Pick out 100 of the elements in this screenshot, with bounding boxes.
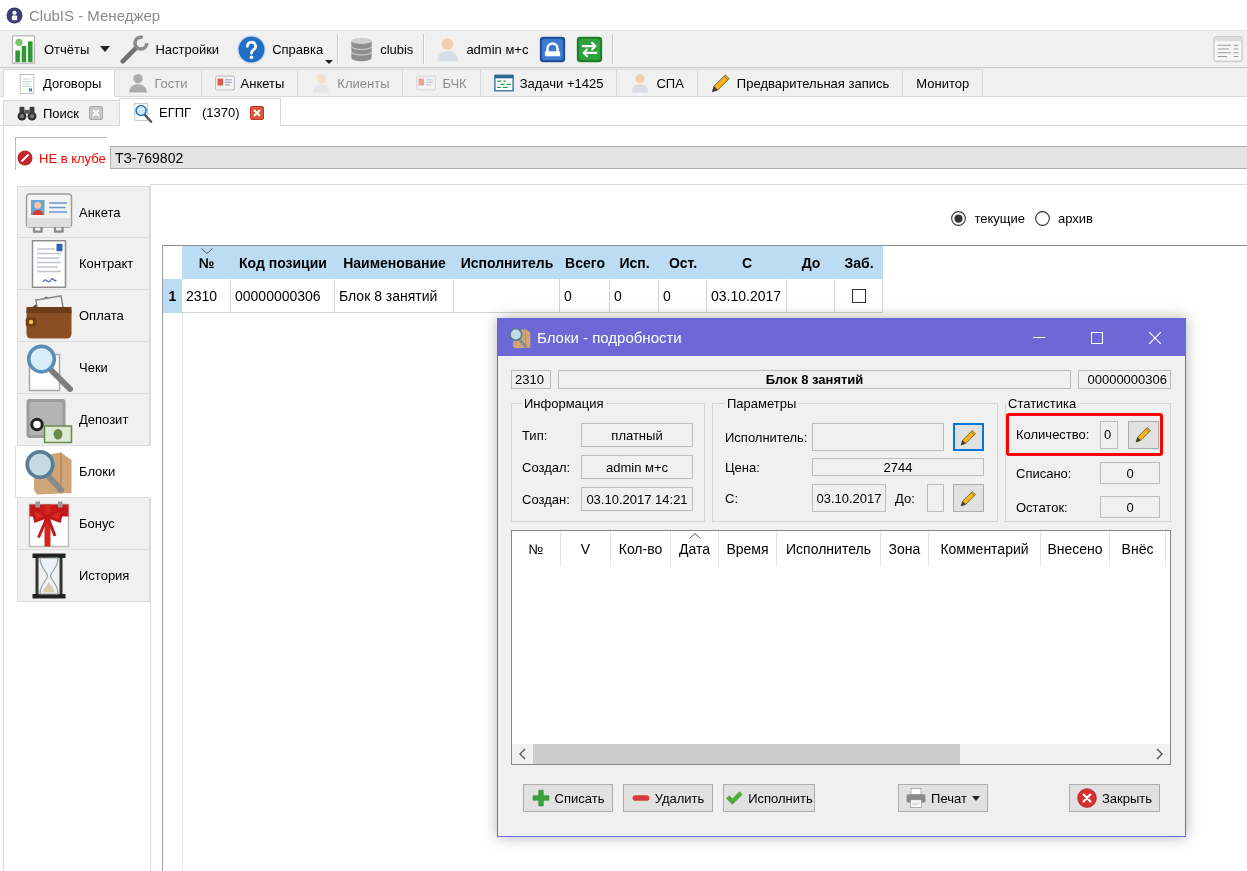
person-icon bbox=[128, 73, 149, 93]
pencil-icon bbox=[1135, 426, 1152, 443]
toolbar-button[interactable]: Отчёты bbox=[4, 32, 116, 66]
column-header[interactable]: № bbox=[182, 246, 231, 279]
sidebar-item[interactable]: Чеки bbox=[17, 342, 150, 394]
sidebar-item[interactable]: Бонус bbox=[17, 498, 150, 550]
field-label: До: bbox=[895, 490, 916, 506]
column-header[interactable]: Исполнитель bbox=[454, 246, 560, 279]
checkbox[interactable] bbox=[851, 288, 866, 303]
readonly-field: платный bbox=[581, 423, 693, 447]
edit-button[interactable] bbox=[953, 423, 984, 451]
column-header[interactable]: С bbox=[707, 246, 787, 279]
column-header[interactable]: До bbox=[787, 246, 835, 279]
wrench-icon bbox=[120, 34, 150, 64]
column-header[interactable]: Время bbox=[719, 531, 777, 566]
close-icon[interactable] bbox=[89, 106, 104, 120]
column-header[interactable]: Кол-во bbox=[611, 531, 671, 566]
tab[interactable]: Договоры bbox=[3, 69, 116, 97]
id-card-icon bbox=[214, 73, 235, 93]
sidebar-item[interactable]: Оплата bbox=[17, 290, 150, 342]
field-label: Создал: bbox=[522, 459, 572, 475]
no-entry-icon bbox=[17, 150, 33, 166]
sidebar-item[interactable]: История bbox=[17, 550, 150, 602]
action-button[interactable]: Удалить bbox=[623, 784, 713, 812]
sidebar-item[interactable]: Депозит bbox=[17, 394, 150, 446]
column-header[interactable]: № bbox=[512, 531, 561, 566]
column-header[interactable]: Исполнитель bbox=[777, 531, 881, 566]
pencil-icon bbox=[710, 73, 731, 93]
field-label: Создан: bbox=[522, 491, 571, 507]
arrows-icon[interactable] bbox=[576, 35, 604, 63]
scrollbar-thumb[interactable] bbox=[533, 744, 960, 764]
radio-option[interactable]: архив bbox=[1035, 210, 1093, 226]
toolbar-button[interactable]: Справка bbox=[232, 32, 334, 66]
sidebar-item[interactable]: Блоки bbox=[15, 446, 151, 498]
column-header[interactable]: Код позиции bbox=[231, 246, 335, 279]
tab[interactable]: СПА bbox=[616, 69, 698, 96]
column-header[interactable]: Всего bbox=[560, 246, 610, 279]
column-header[interactable]: Внесено bbox=[1041, 531, 1110, 566]
horizontal-scrollbar[interactable] bbox=[512, 744, 1170, 764]
field-label: Списано: bbox=[1016, 465, 1073, 481]
help-icon bbox=[237, 34, 267, 64]
column-header[interactable]: Ост. bbox=[659, 246, 707, 279]
input-field[interactable] bbox=[812, 423, 944, 451]
close-icon[interactable] bbox=[249, 105, 264, 120]
table-cell: 0 bbox=[659, 279, 707, 313]
field-label: С: bbox=[725, 490, 739, 506]
column-header[interactable]: Зона bbox=[881, 531, 929, 566]
caret-icon bbox=[100, 46, 111, 52]
scroll-left-icon[interactable] bbox=[519, 748, 526, 760]
maximize-icon[interactable] bbox=[1091, 331, 1103, 344]
document-icon bbox=[17, 73, 37, 94]
action-button[interactable]: Исполнить bbox=[723, 784, 815, 812]
readonly-field: 00000000306 bbox=[1078, 370, 1171, 389]
field-label: Остаток: bbox=[1016, 499, 1069, 515]
caret-icon bbox=[325, 60, 334, 64]
sidebar-item[interactable]: Анкета bbox=[17, 186, 150, 238]
column-header[interactable]: Комментарий bbox=[929, 531, 1041, 566]
column-header[interactable]: V bbox=[561, 531, 611, 566]
field-label: Цена: bbox=[725, 459, 761, 475]
column-header[interactable]: Исп. bbox=[610, 246, 659, 279]
column-header[interactable]: Заб. bbox=[835, 246, 883, 279]
table-icon[interactable] bbox=[1213, 34, 1243, 64]
toolbar-label: admin м+с bbox=[466, 41, 529, 57]
column-header[interactable]: Внёс bbox=[1110, 531, 1166, 566]
close-icon bbox=[1076, 788, 1097, 808]
input-field[interactable] bbox=[927, 484, 944, 512]
tab[interactable]: Предварительная запись bbox=[696, 69, 904, 96]
scroll-right-icon[interactable] bbox=[1156, 748, 1163, 760]
plus-icon bbox=[531, 789, 550, 807]
column-header[interactable]: Дата bbox=[671, 531, 719, 566]
group-title: Параметры bbox=[726, 396, 798, 411]
tab[interactable]: Монитор bbox=[902, 69, 984, 96]
person-icon bbox=[630, 73, 651, 93]
table-cell: 03.10.2017 bbox=[707, 279, 787, 313]
dialog-title: Блоки - подробности bbox=[537, 329, 682, 346]
tab[interactable]: ЕГПГ (1370) bbox=[119, 98, 281, 126]
database-icon bbox=[349, 36, 375, 62]
chart-icon bbox=[9, 34, 38, 64]
tab[interactable]: Поиск bbox=[3, 100, 121, 125]
edit-button[interactable] bbox=[953, 484, 984, 512]
toolbar-button[interactable]: Настройки bbox=[115, 32, 225, 66]
caret-icon bbox=[971, 795, 980, 801]
table-cell: 0 bbox=[560, 279, 610, 313]
radio-option[interactable]: текущие bbox=[951, 210, 1025, 226]
padlock-icon[interactable] bbox=[539, 35, 567, 63]
group-title: Информация bbox=[523, 396, 605, 411]
table-cell: 0 bbox=[610, 279, 659, 313]
sidebar-item[interactable]: Контракт bbox=[17, 238, 150, 290]
user-icon bbox=[435, 36, 461, 62]
app-icon bbox=[6, 6, 23, 24]
card-number-field: ТЗ-769802 bbox=[110, 146, 1247, 169]
readonly-field: admin м+с bbox=[581, 455, 693, 479]
close-button[interactable]: Закрыть bbox=[1069, 784, 1160, 812]
id-card-icon bbox=[416, 73, 437, 93]
toolbar-label: clubis bbox=[380, 41, 414, 57]
print-button[interactable]: Печат bbox=[898, 784, 988, 812]
box-icon bbox=[25, 447, 73, 496]
edit-button[interactable] bbox=[1128, 420, 1159, 449]
column-header[interactable]: Наименование bbox=[335, 246, 454, 279]
action-button[interactable]: Списать bbox=[523, 784, 613, 812]
